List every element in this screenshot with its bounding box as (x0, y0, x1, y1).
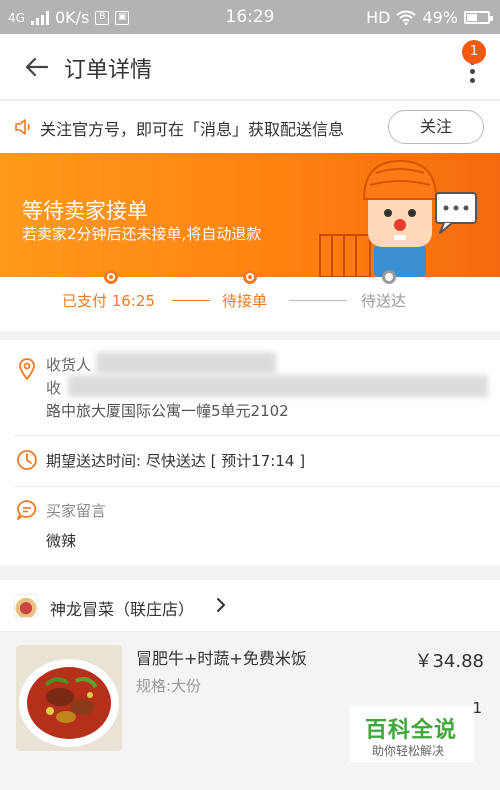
hd-indicator: HD (366, 8, 391, 27)
progress-line-active (172, 300, 210, 301)
food-image (16, 645, 122, 751)
status-headline: 等待卖家接单 (22, 199, 148, 223)
watermark-subtitle: 助你轻松解决 (372, 744, 445, 758)
step-dot-paid (104, 270, 118, 284)
order-progress: 已支付 16:25 待接单 待送达 (0, 270, 500, 331)
nav-bar: 订单详情 1 (0, 34, 500, 100)
redacted-name (96, 352, 276, 374)
watermark-title: 百科全说 (365, 718, 458, 743)
notification-badge: 1 (462, 40, 486, 64)
item-name: 冒肥牛+时蔬+免费米饭 (136, 649, 307, 668)
follow-notice: 关注官方号，即可在「消息」获取配送信息 关注 (0, 101, 500, 153)
item-spec: 规格:大份 (136, 677, 202, 695)
chevron-right-icon (217, 598, 225, 612)
wifi-icon (396, 10, 417, 25)
delivery-info: 收货人 收 路中旅大厦国际公寓一幢5单元2102 期望送达时间: 尽快送达 [ … (0, 340, 500, 566)
location-pin-icon (19, 358, 35, 380)
buyer-message-value: 微辣 (46, 532, 77, 550)
step-delivery: 待送达 (361, 292, 407, 310)
step-dot-waiting (243, 270, 257, 284)
buyer-message-label: 买家留言 (46, 502, 107, 520)
status-subtext: 若卖家2分钟后还未接单,将自动退款 (22, 225, 262, 243)
battery-percent: 49% (422, 8, 458, 27)
divider (14, 486, 500, 487)
progress-line-pending (289, 300, 347, 301)
address-detail: 路中旅大厦国际公寓一幢5单元2102 (46, 402, 289, 420)
back-arrow-icon[interactable] (22, 52, 52, 82)
message-icon (17, 500, 37, 520)
divider (14, 435, 500, 436)
courier-illustration (319, 159, 477, 277)
address-label: 收 (46, 379, 62, 397)
redacted-address (68, 375, 488, 397)
clock-icon (17, 450, 37, 470)
step-paid: 已支付 16:25 (62, 292, 155, 310)
speaker-icon (15, 119, 30, 135)
watermark: 百科全说 助你轻松解决 (350, 706, 474, 762)
more-menu-icon[interactable] (470, 60, 476, 87)
follow-button[interactable]: 关注 (388, 110, 484, 144)
notice-text: 关注官方号，即可在「消息」获取配送信息 (40, 120, 345, 139)
shop-row[interactable]: 神龙冒菜（联庄店） (0, 580, 500, 632)
status-bar: 4G 0K/s B ▣ 16:29 HD 49% (0, 0, 500, 34)
battery-icon (464, 11, 493, 24)
step-waiting: 待接单 (222, 292, 268, 310)
receiver-label: 收货人 (46, 356, 92, 374)
item-price: ￥34.88 (414, 651, 484, 672)
shop-logo (14, 594, 38, 618)
page-title: 订单详情 (64, 58, 153, 83)
order-status-banner: 等待卖家接单 若卖家2分钟后还未接单,将自动退款 (0, 153, 500, 277)
shop-name: 神龙冒菜（联庄店） (50, 600, 195, 619)
step-dot-delivery (382, 270, 396, 284)
expected-delivery-time: 期望送达时间: 尽快送达 [ 预计17:14 ] (46, 452, 306, 470)
